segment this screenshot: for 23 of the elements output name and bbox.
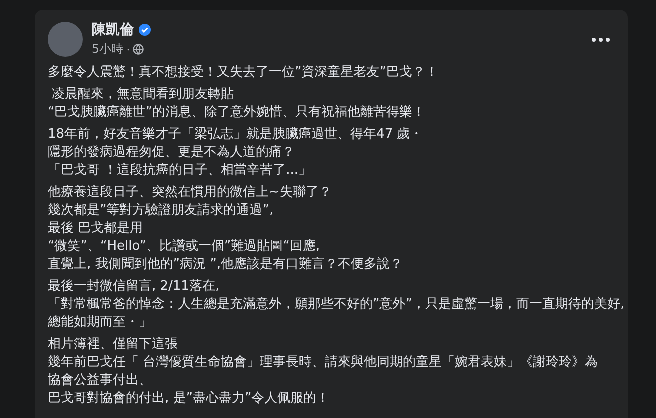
more-options-icon[interactable] (592, 38, 610, 42)
post-text-line: 多麼令人震驚！真不想接受！又失去了一位”資深童星老友”巴戈？！ (48, 64, 440, 82)
post-text-line: 幾年前巴戈任「 台灣優質生命協會」理事長時、請來與他同期的童星「婉君表妹」《謝玲玲》為 (48, 354, 600, 372)
post-text-line: “巴戈胰臟癌離世”的消息、除了意外婉惜、只有祝福他離苦得樂！ (48, 104, 426, 122)
post-text-line: “微笑”、“Hello”、比讚或一個”難過貼圖“回應, (48, 238, 322, 256)
post-text-line: 「對常楓常爸的悼念：人生總是充滿意外，願那些不好的”意外”，只是虛驚一場，而一直期待的美好, 總能如期而至・」 (48, 296, 626, 332)
separator-dot: · (126, 42, 130, 56)
post-text-line: 最後一封微信留言, 2/11落在, (48, 278, 221, 296)
post-text-line: 協會公益事付出、 (48, 372, 153, 390)
post-text-line: 幾次都是”等對方驗證朋友請求的通過”, (48, 202, 275, 220)
post-time[interactable]: 5小時 (92, 41, 124, 58)
post-text-line: 18年前，好友音樂才子「梁弘志」就是胰臟癌過世、得年47 歲・ (48, 126, 424, 144)
post-text-line: 巴戈哥對協會的付出, 是”盡心盡力”令人佩服的！ (48, 390, 331, 408)
post-text-line: 直覺上, 我側聞到他的”病況 ”,他應該是有口難言？不便多說？ (48, 256, 404, 274)
author-name[interactable]: 陳凱倫 (92, 21, 134, 39)
post-text-line: 「巴戈哥 ！這段抗癌的日子、相當辛苦了...」 (48, 162, 313, 180)
post-text-line: 相片簿裡、僅留下這張 (48, 336, 179, 354)
avatar[interactable] (48, 22, 83, 57)
post-text-line: 隱形的發病過程匆促、更是不為人道的痛？ (48, 144, 296, 162)
globe-icon (133, 44, 144, 55)
post-text-line: 他療養這段日子、突然在慣用的微信上~失聯了？ (48, 184, 333, 202)
post-text-line: 最後 巴戈都是用 (48, 220, 144, 238)
post-text-line: 凌晨醒來，無意間看到朋友轉貼 (51, 86, 236, 104)
